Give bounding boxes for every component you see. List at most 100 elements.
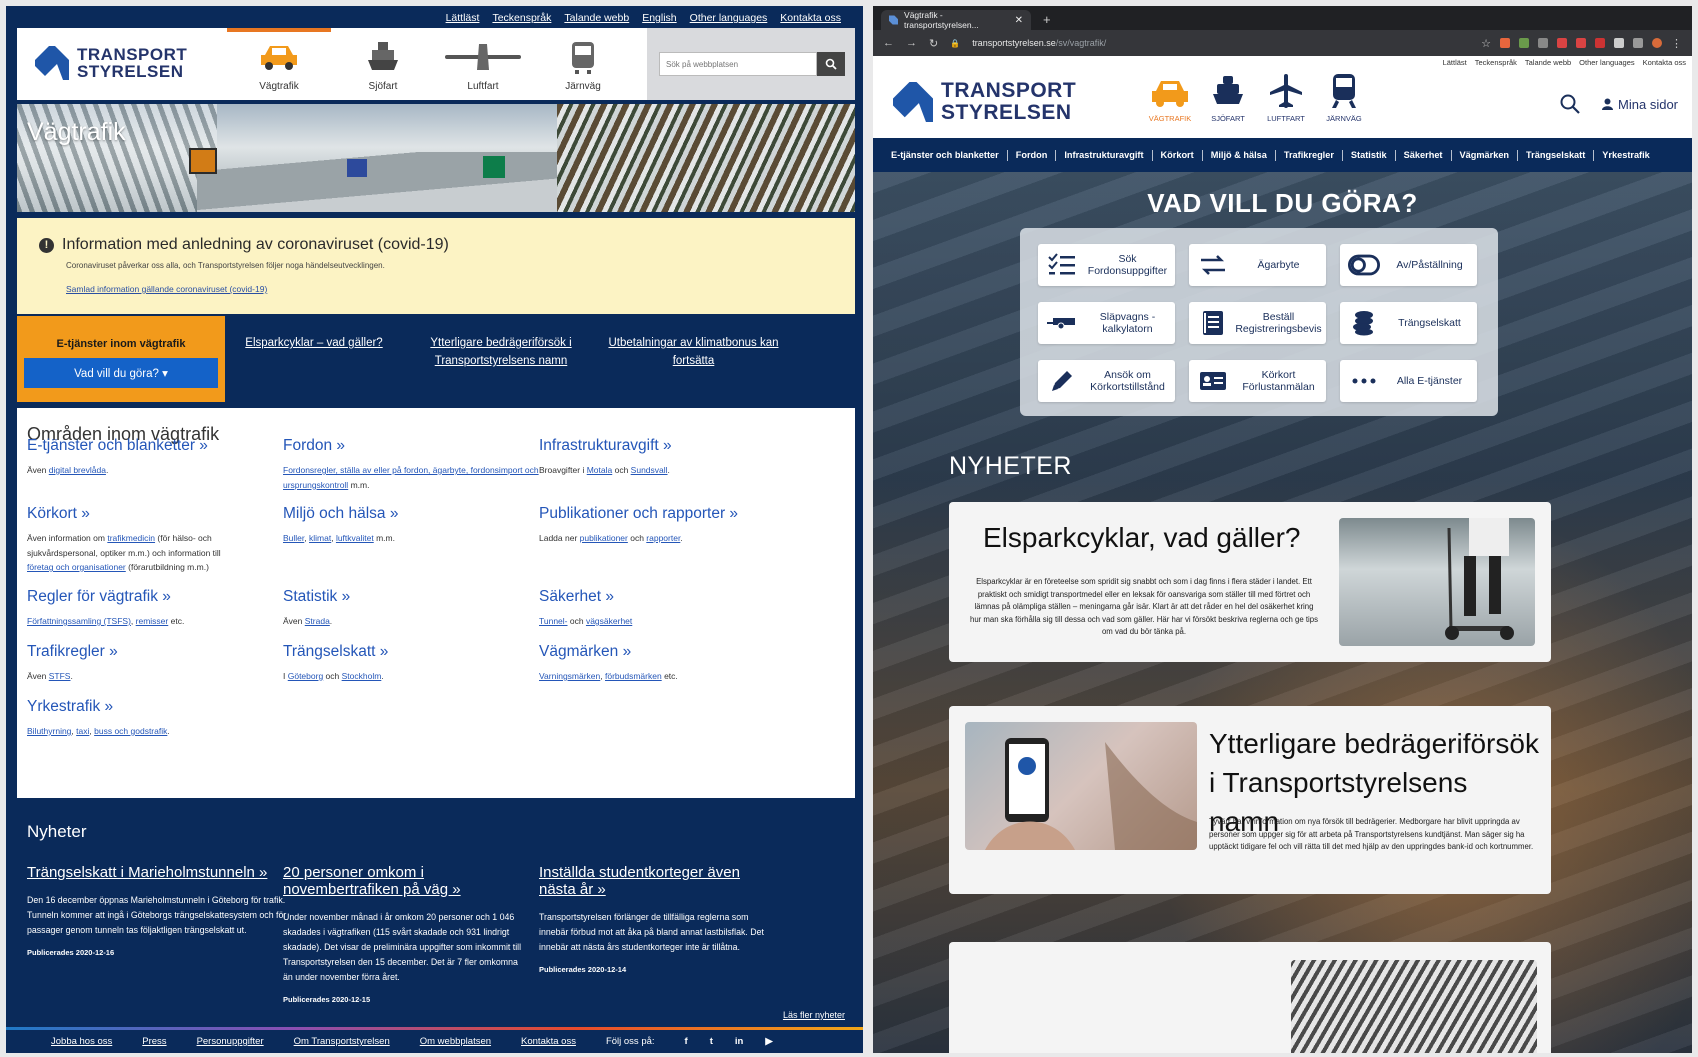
area-link[interactable]: Stockholm [342,671,382,681]
area-link[interactable]: Tunnel- [539,616,568,626]
new-tab-icon[interactable]: + [1043,12,1051,27]
area-title-link[interactable]: Miljö och hälsa » [283,505,543,523]
transportstyrelsen-logo[interactable]: TRANSPORT STYRELSEN [893,80,1076,124]
puzzle-icon[interactable] [1614,38,1624,48]
eservice-list-button[interactable]: Sök Fordonsuppgifter [1038,244,1175,286]
star-icon[interactable]: ☆ [1481,37,1491,50]
area-link[interactable]: luftkvalitet [336,533,374,543]
subnav-item[interactable]: Fordon [1008,149,1057,161]
footer-link[interactable]: Press [142,1036,166,1047]
alert-link[interactable]: Samlad information gällande coronaviruse… [66,284,855,294]
link-lattlast[interactable]: Lättläst [446,12,480,24]
area-link[interactable]: publikationer [580,533,628,543]
area-link[interactable]: Buller [283,533,304,543]
youtube-icon[interactable]: ▶ [765,1036,772,1047]
extension-icon[interactable] [1500,38,1510,48]
link-other-languages[interactable]: Other languages [1579,58,1634,67]
nav-sjofart[interactable]: Sjöfart [331,28,435,100]
area-title-link[interactable]: Yrkestrafik » [27,698,287,716]
subnav-item[interactable]: Trafikregler [1276,149,1343,161]
transportstyrelsen-logo[interactable]: TRANSPORT STYRELSEN [35,46,187,80]
footer-link[interactable]: Personuppgifter [197,1036,264,1047]
link-lattlast[interactable]: Lättläst [1443,58,1467,67]
link-kontakta-oss[interactable]: Kontakta oss [1643,58,1686,67]
area-title-link[interactable]: Säkerhet » [539,588,799,606]
area-link[interactable]: Biluthyrning [27,726,71,736]
featured-link-bedrageri[interactable]: Ytterligare bedrägeriförsök i Transports… [406,334,596,370]
link-talande-webb[interactable]: Talande webb [1525,58,1571,67]
facebook-icon[interactable]: f [685,1036,688,1047]
area-link[interactable]: digital brevlåda [49,465,106,475]
search-button[interactable] [817,52,845,76]
nav-luftfart[interactable]: LUFTFART [1257,72,1315,123]
nav-luftfart[interactable]: Luftfart [435,28,531,100]
area-link[interactable]: Författningssamling (TSFS) [27,616,131,626]
area-link[interactable]: buss och godstrafik [94,726,167,736]
area-link[interactable]: vägsäkerhet [586,616,632,626]
subnav-item[interactable]: Statistik [1343,149,1396,161]
subnav-item[interactable]: Miljö & hälsa [1203,149,1276,161]
area-link[interactable]: Varningsmärken [539,671,600,681]
reload-icon[interactable]: ↻ [929,37,938,50]
area-link[interactable]: Fordonsregler, ställa av eller på fordon… [283,465,539,490]
twitter-icon[interactable]: t [710,1036,713,1047]
footer-link[interactable]: Om Transportstyrelsen [294,1036,390,1047]
footer-link[interactable]: Jobba hos oss [51,1036,112,1047]
area-link[interactable]: företag och organisationer [27,562,126,572]
eservice-more-button[interactable]: Alla E-tjänster [1340,360,1477,402]
area-title-link[interactable]: Trafikregler » [27,643,287,661]
close-tab-icon[interactable]: ✕ [1015,15,1023,26]
eservice-coins-button[interactable]: Trängselskatt [1340,302,1477,344]
subnav-item[interactable]: Vägmärken [1452,149,1519,161]
eservice-pen-button[interactable]: Ansök om Körkortstillstånd [1038,360,1175,402]
eservice-trailer-button[interactable]: Släpvagns -kalkylatorn [1038,302,1175,344]
area-link[interactable]: remisser [136,616,169,626]
area-link[interactable]: STFS [49,671,71,681]
eservice-id-card-button[interactable]: Körkort Förlustanmälan [1189,360,1326,402]
subnav-item[interactable]: Infrastrukturavgift [1056,149,1153,161]
area-title-link[interactable]: Publikationer och rapporter » [539,505,799,523]
subnav-item[interactable]: Yrkestrafik [1594,150,1658,161]
link-kontakta-oss[interactable]: Kontakta oss [780,12,841,24]
forward-icon[interactable]: → [906,37,917,49]
extension-icon[interactable] [1538,38,1548,48]
area-title-link[interactable]: Vägmärken » [539,643,799,661]
url-field[interactable]: transportstyrelsen.se/sv/vagtrafik/ [972,38,1106,48]
nav-vagtrafik[interactable]: VÄGTRAFIK [1141,72,1199,123]
area-link[interactable]: trafikmedicin [107,533,155,543]
extension-icon[interactable] [1633,38,1643,48]
nav-jarnvag[interactable]: Järnväg [531,28,635,100]
area-title-link[interactable]: E-tjänster och blanketter » [27,437,287,455]
link-teckensprak[interactable]: Teckenspråk [492,12,551,24]
extension-icon[interactable] [1519,38,1529,48]
area-link[interactable]: klimat [309,533,331,543]
subnav-item[interactable]: Körkort [1153,149,1203,161]
eservice-toggle-button[interactable]: Av/Påställning [1340,244,1477,286]
what-to-do-button[interactable]: Vad vill du göra? ▾ [24,358,218,388]
subnav-item[interactable]: Trängselskatt [1518,149,1595,161]
my-pages-link[interactable]: Mina sidor [1602,97,1678,112]
area-link[interactable]: taxi [76,726,89,736]
news-card[interactable]: Ytterligare bedrägeriförsök i Transports… [949,706,1551,894]
footer-link[interactable]: Om webbplatsen [420,1036,491,1047]
extension-icon[interactable] [1595,38,1605,48]
nav-vagtrafik[interactable]: Vägtrafik [227,28,331,100]
area-title-link[interactable]: Statistik » [283,588,543,606]
link-teckensprak[interactable]: Teckenspråk [1475,58,1517,67]
link-talande-webb[interactable]: Talande webb [564,12,629,24]
area-link[interactable]: Sundsvall [631,465,668,475]
area-link[interactable]: Motala [587,465,613,475]
news-headline[interactable]: Trängselskatt i Marieholmstunneln » [27,864,292,881]
extension-icon[interactable] [1576,38,1586,48]
area-title-link[interactable]: Körkort » [27,505,247,523]
back-icon[interactable]: ← [883,37,894,49]
link-english[interactable]: English [642,12,676,24]
featured-link-klimatbonus[interactable]: Utbetalningar av klimatbonus kan fortsät… [601,334,786,370]
area-title-link[interactable]: Trängselskatt » [283,643,543,661]
search-icon[interactable] [1560,94,1580,114]
news-headline[interactable]: Inställda studentkorteger även nästa år … [539,864,779,898]
browser-tab[interactable]: Vägtrafik - transportstyrelsen... ✕ [881,10,1031,30]
news-headline[interactable]: 20 personer omkom i novembertrafiken på … [283,864,523,898]
news-card[interactable] [949,942,1551,1053]
avatar[interactable] [1652,38,1662,48]
